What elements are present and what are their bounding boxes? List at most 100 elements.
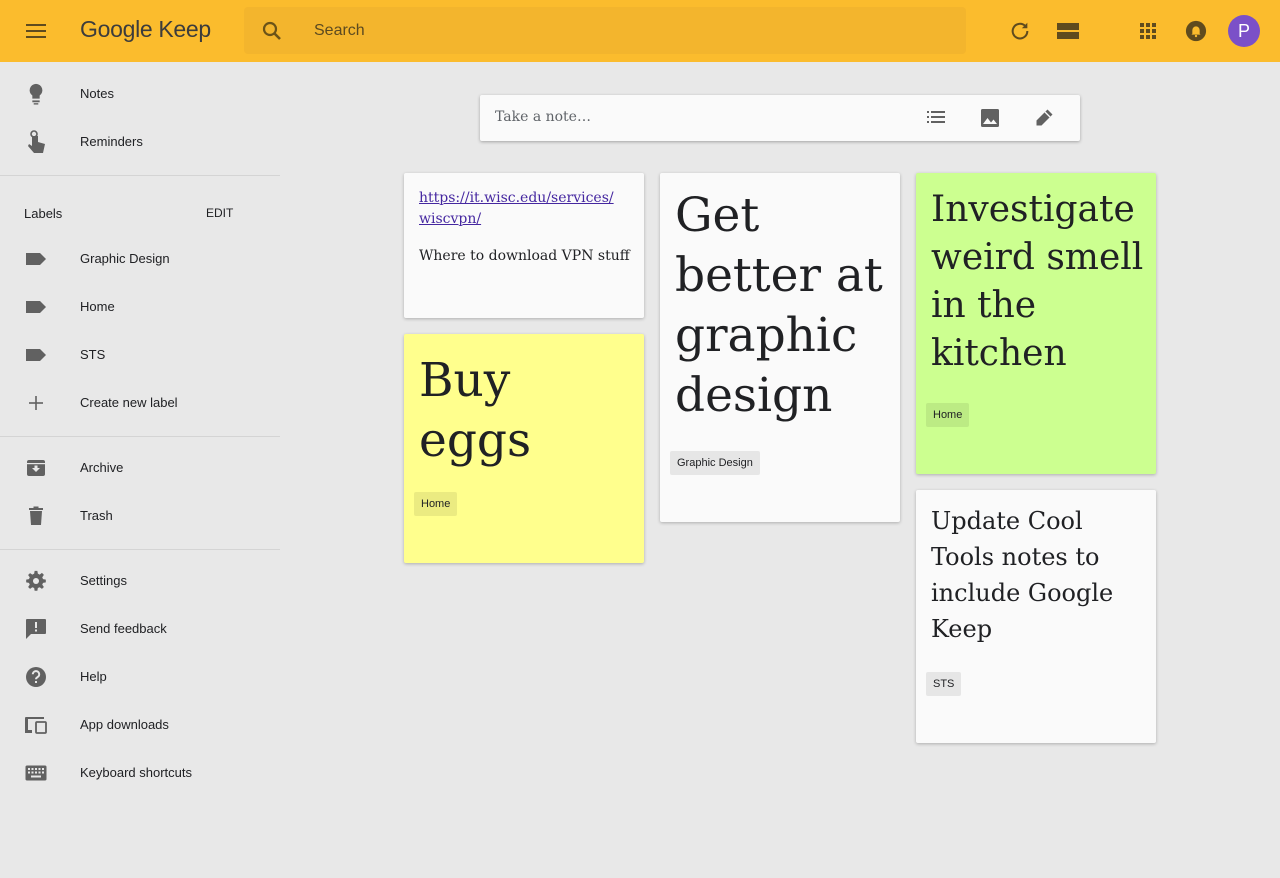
note-body: https://it.wisc.edu/services/wiscvpn/ Wh… bbox=[419, 187, 632, 266]
sidebar-divider bbox=[0, 436, 280, 437]
plus-icon bbox=[24, 391, 48, 415]
list-view-icon bbox=[1057, 23, 1079, 39]
sidebar-item-label: Help bbox=[80, 669, 107, 684]
apps-grid-icon bbox=[1140, 23, 1156, 39]
note-title-line: kitchen bbox=[931, 333, 1067, 374]
sidebar-item-sts[interactable]: STS bbox=[0, 331, 280, 379]
note-label-chip[interactable]: Home bbox=[414, 492, 458, 516]
note-title-line: include Google bbox=[931, 579, 1114, 607]
sidebar-item-archive[interactable]: Archive bbox=[0, 444, 280, 492]
note-title-line: Get bbox=[675, 188, 760, 243]
sidebar-item-label: STS bbox=[80, 347, 106, 362]
note-title-line: Investigate bbox=[931, 189, 1135, 230]
sidebar-item-label: Keyboard shortcuts bbox=[80, 765, 193, 780]
sidebar-item-help[interactable]: Help bbox=[0, 653, 280, 701]
note-link-line: https://it.wisc.edu/services/ bbox=[419, 190, 614, 206]
hamburger-line bbox=[26, 30, 46, 32]
note-label-chip[interactable]: STS bbox=[926, 672, 962, 696]
new-list-button[interactable] bbox=[924, 106, 948, 130]
main-menu-button[interactable] bbox=[20, 15, 52, 47]
app-logo[interactable]: Google Keep bbox=[80, 16, 211, 43]
note-title-line: Tools notes to bbox=[931, 543, 1100, 571]
label-icon bbox=[24, 295, 48, 319]
logo-google: Google bbox=[80, 16, 153, 42]
note-title-line: Update Cool bbox=[931, 507, 1083, 535]
note-label-chip[interactable]: Graphic Design bbox=[670, 451, 760, 475]
pen-icon bbox=[1036, 109, 1053, 126]
image-icon bbox=[981, 109, 999, 127]
note-title: Update Cool Tools notes to include Googl… bbox=[931, 503, 1144, 647]
note-title-line: Keep bbox=[931, 615, 993, 643]
hamburger-line bbox=[26, 24, 46, 26]
note-title-line: in the bbox=[931, 285, 1037, 326]
avatar[interactable]: P bbox=[1228, 15, 1260, 47]
note-card[interactable]: Get better at graphic design Graphic Des… bbox=[660, 173, 900, 522]
note-title: Buy eggs bbox=[419, 351, 632, 471]
labels-heading: Labels bbox=[24, 206, 63, 221]
note-title-line: better at bbox=[675, 248, 883, 303]
sidebar-item-keyboard-shortcuts[interactable]: Keyboard shortcuts bbox=[0, 749, 280, 797]
sidebar-item-label: Reminders bbox=[80, 134, 143, 149]
app-header: Google Keep Search P bbox=[0, 0, 1280, 62]
sidebar-item-notes[interactable]: Notes bbox=[0, 70, 280, 118]
sidebar-item-reminders[interactable]: Reminders bbox=[0, 118, 280, 166]
note-link-line: wiscvpn/ bbox=[419, 211, 482, 227]
sidebar-item-home[interactable]: Home bbox=[0, 283, 280, 331]
note-title: Investigate weird smell in the kitchen bbox=[931, 186, 1144, 378]
edit-labels-button[interactable]: EDIT bbox=[206, 206, 233, 220]
checklist-icon bbox=[927, 111, 945, 123]
list-view-button[interactable] bbox=[1052, 15, 1084, 47]
take-note-bar[interactable]: Take a note… bbox=[480, 95, 1080, 141]
sidebar-item-graphic-design[interactable]: Graphic Design bbox=[0, 235, 280, 283]
devices-icon bbox=[24, 713, 48, 737]
note-card[interactable]: Update Cool Tools notes to include Googl… bbox=[916, 490, 1156, 743]
notifications-button[interactable] bbox=[1180, 15, 1212, 47]
reminder-hand-icon bbox=[24, 130, 48, 154]
refresh-button[interactable] bbox=[1004, 15, 1036, 47]
sidebar-divider bbox=[0, 175, 280, 176]
sidebar-item-settings[interactable]: Settings bbox=[0, 557, 280, 605]
note-title: Get better at graphic design bbox=[675, 186, 888, 426]
take-note-input[interactable]: Take a note… bbox=[495, 109, 591, 125]
apps-button[interactable] bbox=[1132, 15, 1164, 47]
archive-icon bbox=[24, 456, 48, 480]
new-drawing-button[interactable] bbox=[1032, 106, 1056, 130]
feedback-icon bbox=[24, 617, 48, 641]
note-link[interactable]: https://it.wisc.edu/services/wiscvpn/ bbox=[419, 190, 614, 227]
lightbulb-icon bbox=[24, 82, 48, 106]
hamburger-line bbox=[26, 36, 46, 38]
sidebar-item-label: App downloads bbox=[80, 717, 169, 732]
note-card[interactable]: Investigate weird smell in the kitchen H… bbox=[916, 173, 1156, 474]
search-bar[interactable]: Search bbox=[244, 7, 966, 54]
help-icon bbox=[24, 665, 48, 689]
sidebar-item-label: Archive bbox=[80, 460, 124, 475]
search-input[interactable]: Search bbox=[314, 22, 365, 40]
sidebar-item-send-feedback[interactable]: Send feedback bbox=[0, 605, 280, 653]
search-icon bbox=[262, 21, 281, 40]
sidebar-item-label: Settings bbox=[80, 573, 127, 588]
sidebar-item-trash[interactable]: Trash bbox=[0, 492, 280, 540]
sidebar-divider bbox=[0, 549, 280, 550]
refresh-icon bbox=[1011, 22, 1029, 40]
note-card[interactable]: Buy eggs Home bbox=[404, 334, 644, 563]
keyboard-icon bbox=[24, 761, 48, 785]
note-title-line: design bbox=[675, 368, 833, 423]
sidebar-item-create-label[interactable]: Create new label bbox=[0, 379, 280, 427]
note-title-line: Buy bbox=[419, 353, 511, 408]
sidebar: Notes Reminders Labels EDIT Graphic Desi… bbox=[0, 62, 280, 878]
note-title-line: eggs bbox=[419, 413, 532, 468]
gear-icon bbox=[24, 569, 48, 593]
trash-icon bbox=[24, 504, 48, 528]
sidebar-item-label: Send feedback bbox=[80, 621, 167, 636]
note-card[interactable]: https://it.wisc.edu/services/wiscvpn/ Wh… bbox=[404, 173, 644, 318]
note-title-line: graphic bbox=[675, 308, 858, 363]
label-icon bbox=[24, 343, 48, 367]
sidebar-item-label: Create new label bbox=[80, 395, 178, 410]
new-image-note-button[interactable] bbox=[978, 106, 1002, 130]
note-label-chip[interactable]: Home bbox=[926, 403, 970, 427]
sidebar-item-label: Notes bbox=[80, 86, 114, 101]
logo-keep: Keep bbox=[158, 16, 211, 42]
label-icon bbox=[24, 247, 48, 271]
sidebar-item-app-downloads[interactable]: App downloads bbox=[0, 701, 280, 749]
note-text: Where to download VPN stuff bbox=[419, 248, 630, 264]
